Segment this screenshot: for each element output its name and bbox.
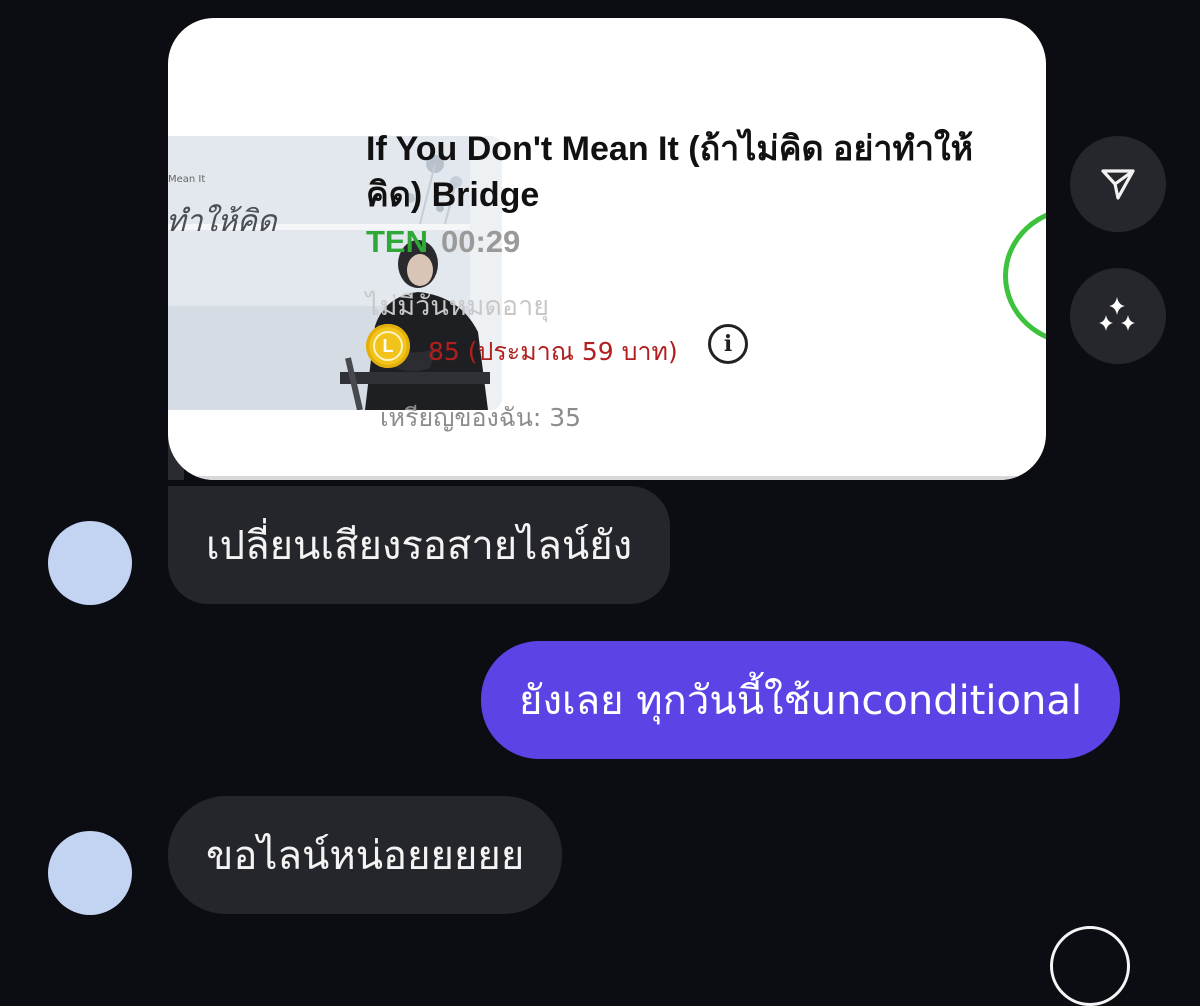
price-text: 85 (ประมาณ 59 บาท) [428, 337, 678, 366]
coin-letter: L [373, 331, 403, 361]
message-bubble-outgoing[interactable]: ยังเลย ทุกวันนี้ใช้unconditional [481, 641, 1120, 759]
scroll-down-button[interactable] [1050, 926, 1130, 1006]
message-bubble-incoming[interactable]: ขอไลน์หน่อยยยยย [168, 796, 563, 914]
message-text: เปลี่ยนเสียงรอสายไลน์ยัง [206, 523, 633, 569]
artist-name: TEN [366, 224, 428, 259]
expiry-text: ไม่มีวันหมดอายุ [366, 291, 550, 322]
thumb-caption-small: Mean It [168, 174, 206, 185]
ai-button[interactable] [1070, 268, 1166, 364]
thumb-caption-script: ทำให้คิด [168, 204, 277, 239]
sender-avatar[interactable] [48, 521, 132, 605]
coin-icon: L [366, 324, 410, 368]
message-text: ยังเลย ทุกวันนี้ใช้unconditional [519, 678, 1082, 724]
send-icon [1101, 169, 1135, 200]
share-button[interactable] [1070, 136, 1166, 232]
info-icon[interactable]: i [708, 324, 748, 364]
progress-ring[interactable] [1003, 206, 1046, 346]
card-divider [168, 476, 1046, 480]
song-duration: 00:29 [441, 224, 521, 259]
shared-song-card[interactable]: Mean It ทำให้คิด If You Don't Mean It (ถ… [168, 18, 1046, 480]
sender-avatar[interactable] [48, 831, 132, 915]
message-bubble-incoming[interactable]: เปลี่ยนเสียงรอสายไลน์ยัง [168, 486, 671, 604]
coin-balance: เหรียญของฉัน: 35 [380, 403, 582, 432]
song-title: If You Don't Mean It (ถ้าไม่คิด อย่าทำให… [366, 130, 973, 214]
sparkles-icon [1099, 297, 1135, 331]
message-text: ขอไลน์หน่อยยยยย [206, 833, 525, 879]
